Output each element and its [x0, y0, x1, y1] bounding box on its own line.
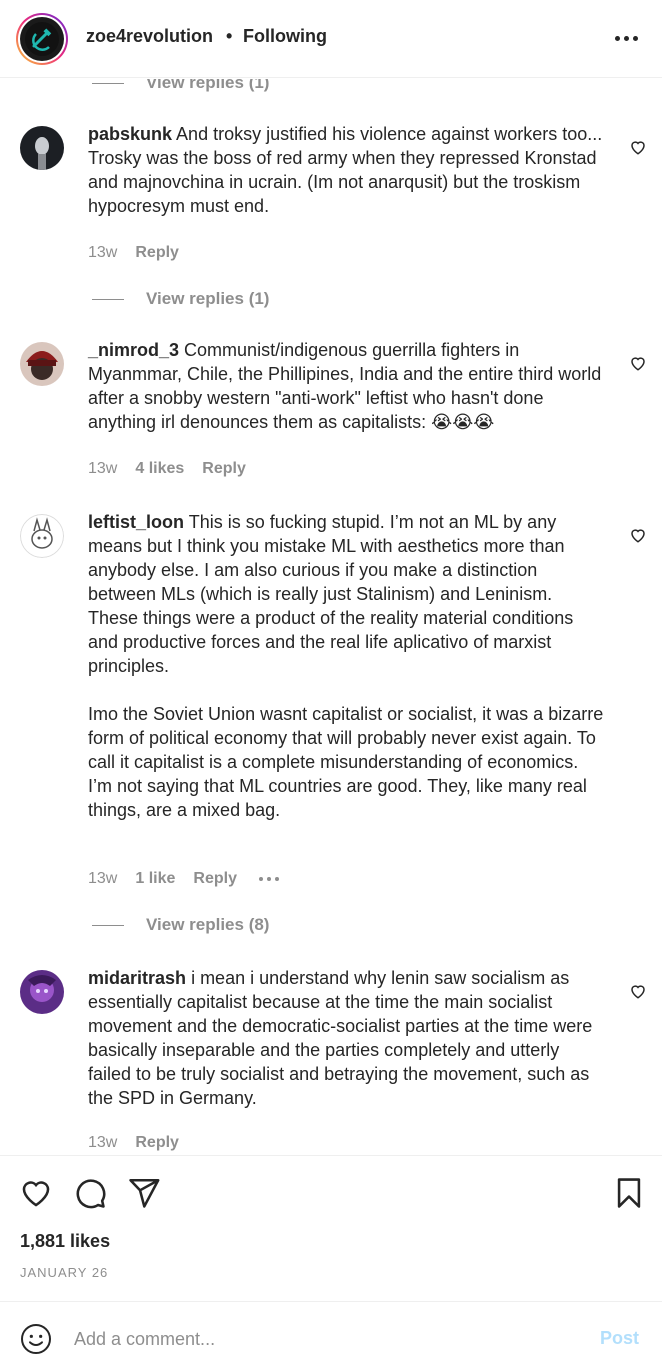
like-comment-heart-icon[interactable]	[629, 982, 647, 1000]
view-replies-label: View replies (1)	[146, 79, 270, 92]
comment-content: This is so fucking stupid. I’m not an ML…	[88, 512, 574, 676]
comment-text: leftist_loon This is so fucking stupid. …	[88, 510, 606, 822]
commenter-username[interactable]: midaritrash	[88, 968, 186, 988]
add-comment-input[interactable]	[74, 1326, 574, 1352]
comment-likes[interactable]: 4 likes	[135, 460, 184, 478]
like-comment-heart-icon[interactable]	[629, 354, 647, 372]
following-button[interactable]: Following	[243, 26, 327, 47]
like-heart-icon[interactable]	[19, 1176, 53, 1210]
share-send-icon[interactable]	[127, 1176, 161, 1210]
post-actions: 1,881 likes JANUARY 26	[0, 1155, 662, 1301]
comment-content: i mean i understand why lenin saw social…	[88, 968, 593, 1108]
view-replies-button[interactable]: View replies (1)	[92, 289, 269, 309]
like-comment-heart-icon[interactable]	[629, 138, 647, 156]
view-replies-line	[92, 82, 124, 84]
post-likes-count[interactable]: 1,881 likes	[20, 1231, 110, 1252]
commenter-username[interactable]: _nimrod_3	[88, 340, 179, 360]
comment-meta: 13w 1 like Reply	[88, 870, 279, 888]
post-date[interactable]: JANUARY 26	[20, 1265, 108, 1280]
hammer-sickle-icon	[25, 22, 59, 56]
header-separator: •	[226, 26, 233, 46]
comments-list[interactable]: View replies (1) pabskunk And troksy jus…	[0, 79, 662, 1154]
comment-meta: 13w Reply	[88, 244, 197, 262]
add-comment-bar: Post	[0, 1301, 662, 1370]
post-header: zoe4revolution • Following	[0, 0, 662, 78]
author-username[interactable]: zoe4revolution	[86, 26, 213, 47]
comment-time: 13w	[88, 1134, 118, 1151]
commenter-avatar[interactable]	[20, 342, 64, 386]
comment-likes[interactable]: 1 like	[135, 870, 175, 888]
comment-text: _nimrod_3 Communist/indigenous guerrilla…	[88, 338, 606, 434]
comment-text: pabskunk And troksy justified his violen…	[88, 122, 606, 218]
commenter-username[interactable]: leftist_loon	[88, 512, 184, 532]
comment-more-icon[interactable]	[258, 877, 279, 881]
view-replies-line	[92, 298, 124, 300]
commenter-avatar[interactable]	[20, 126, 64, 170]
commenter-username[interactable]: pabskunk	[88, 124, 172, 144]
author-avatar[interactable]	[16, 13, 68, 65]
comment-content-paragraph-2: Imo the Soviet Union wasnt capitalist or…	[88, 704, 604, 820]
comment-text: midaritrash i mean i understand why leni…	[88, 966, 606, 1110]
view-replies-line	[92, 924, 124, 926]
commenter-avatar[interactable]	[20, 970, 64, 1014]
comment-reply-button[interactable]: Reply	[193, 870, 237, 888]
post-comment-button[interactable]: Post	[600, 1328, 639, 1349]
view-replies-label: View replies (1)	[146, 289, 270, 308]
view-replies-label: View replies (8)	[146, 915, 270, 934]
commenter-avatar[interactable]	[20, 514, 64, 558]
comment-time: 13w	[88, 460, 118, 477]
more-options-icon[interactable]	[610, 24, 642, 52]
comment-bubble-icon[interactable]	[73, 1176, 107, 1210]
like-comment-heart-icon[interactable]	[629, 526, 647, 544]
view-replies-button[interactable]: View replies (8)	[92, 915, 269, 935]
view-replies-button[interactable]: View replies (1)	[92, 79, 269, 93]
comment-reply-button[interactable]: Reply	[135, 1134, 179, 1152]
comment-reply-button[interactable]: Reply	[202, 460, 246, 478]
comment-meta: 13w 4 likes Reply	[88, 460, 264, 478]
comment-time: 13w	[88, 870, 118, 887]
comment-reply-button[interactable]: Reply	[135, 244, 179, 262]
comment-meta: 13w Reply	[88, 1134, 197, 1152]
bookmark-icon[interactable]	[612, 1176, 646, 1210]
comment-time: 13w	[88, 244, 118, 261]
emoji-icon[interactable]	[20, 1323, 52, 1355]
